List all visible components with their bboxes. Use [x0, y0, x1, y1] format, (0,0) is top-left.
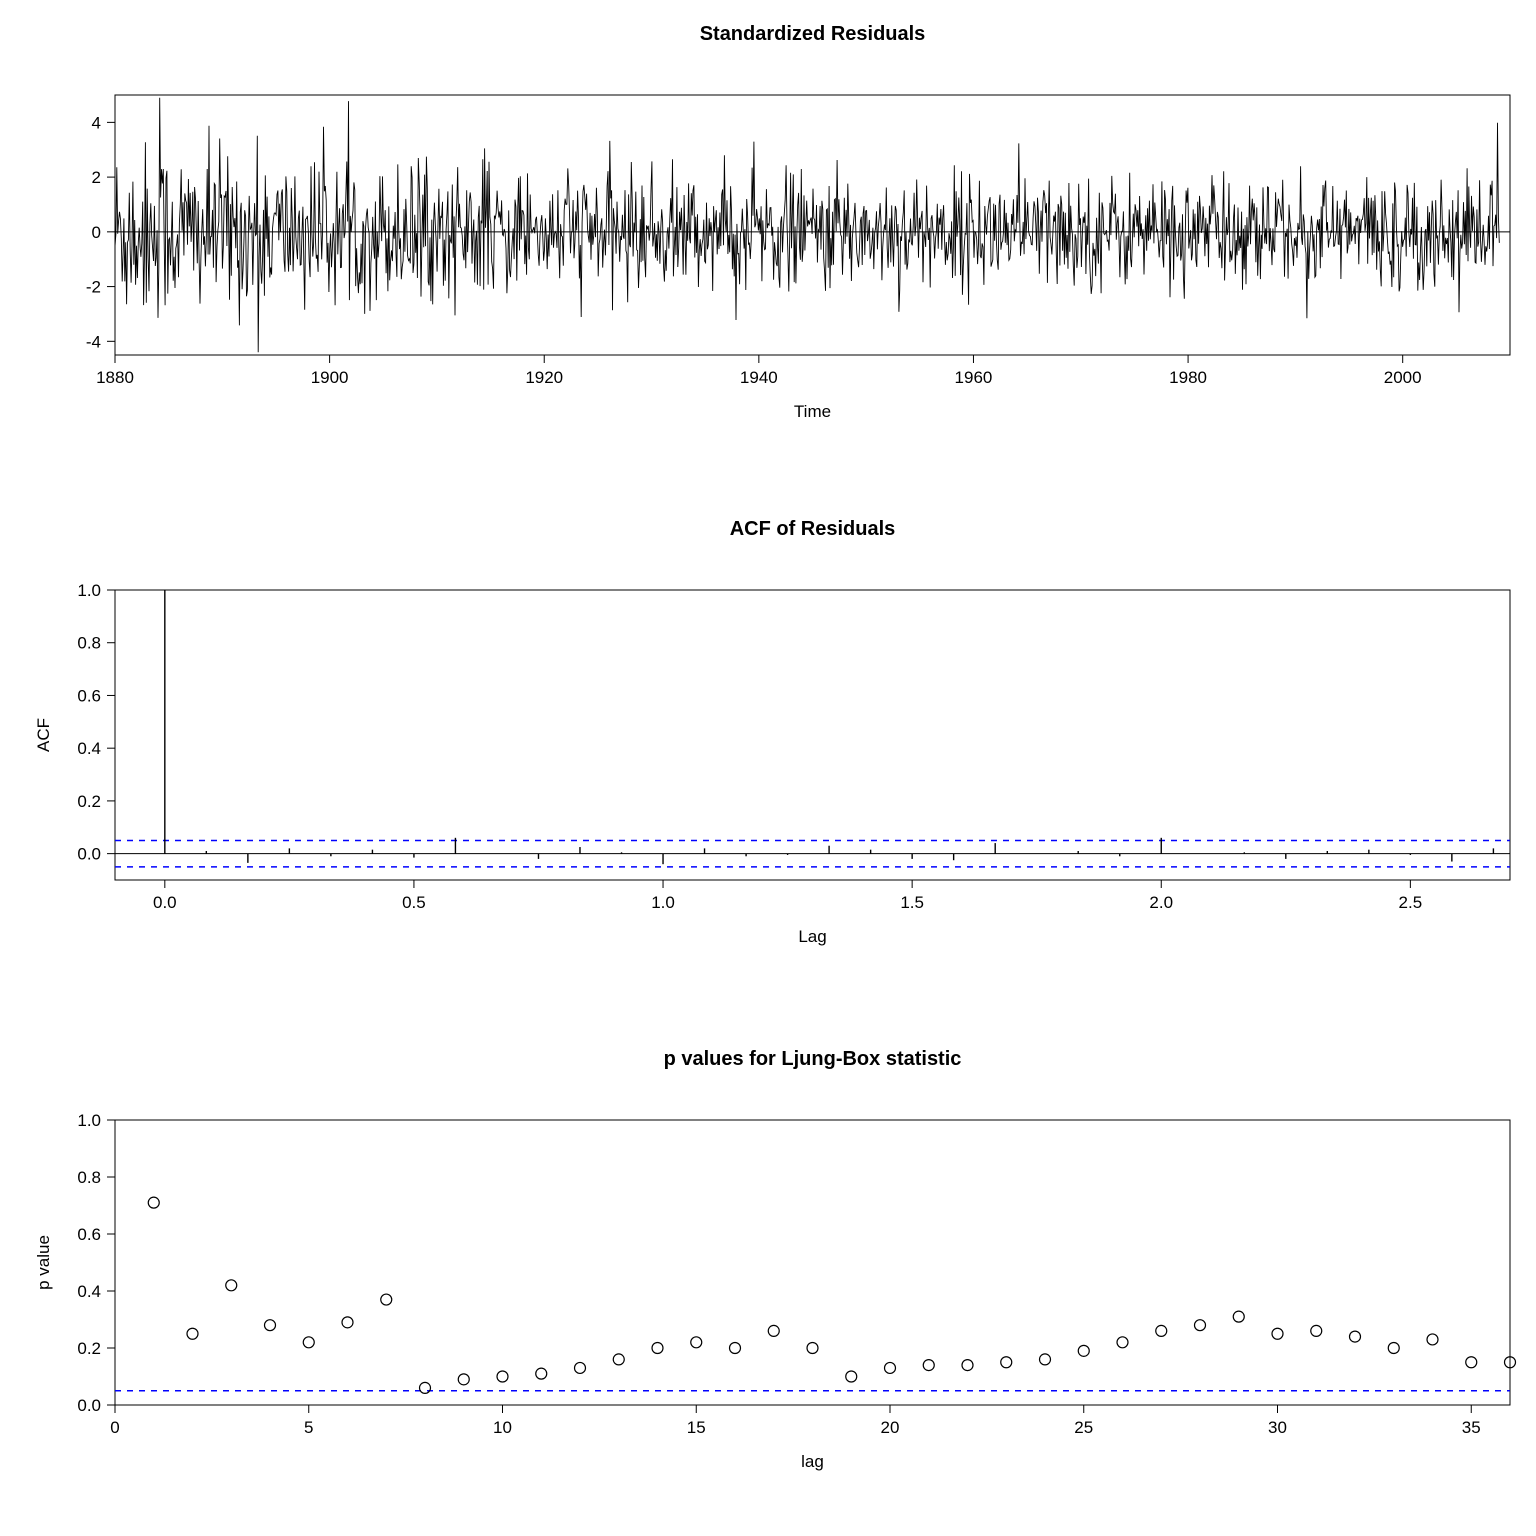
svg-text:0.4: 0.4: [77, 1282, 101, 1301]
svg-text:20: 20: [881, 1418, 900, 1437]
svg-text:0.4: 0.4: [77, 739, 101, 758]
svg-text:0.0: 0.0: [77, 845, 101, 864]
svg-text:-2: -2: [86, 278, 101, 297]
svg-text:15: 15: [687, 1418, 706, 1437]
pvalue-point: [1117, 1337, 1128, 1348]
svg-text:0.6: 0.6: [77, 1225, 101, 1244]
pvalue-point: [1001, 1357, 1012, 1368]
svg-text:0.8: 0.8: [77, 1168, 101, 1187]
svg-text:Standardized Residuals: Standardized Residuals: [700, 23, 926, 45]
svg-text:1.0: 1.0: [651, 893, 675, 912]
svg-text:0.6: 0.6: [77, 686, 101, 705]
pvalue-point: [1233, 1311, 1244, 1322]
ljungbox-plot: p values for Ljung-Box statistic 0 5 10 15 20…: [34, 1048, 1516, 1471]
svg-text:1920: 1920: [525, 368, 563, 387]
pvalue-point: [575, 1362, 586, 1373]
pvalue-point: [536, 1368, 547, 1379]
pvalue-point: [458, 1374, 469, 1385]
svg-text:Time: Time: [794, 402, 831, 421]
pvalue-point: [1156, 1325, 1167, 1336]
svg-text:0: 0: [110, 1418, 119, 1437]
pvalue-point: [265, 1320, 276, 1331]
pvalue-point: [1427, 1334, 1438, 1345]
pvalue-point: [1272, 1328, 1283, 1339]
pvalue-point: [613, 1354, 624, 1365]
svg-text:0.5: 0.5: [402, 893, 426, 912]
svg-text:1900: 1900: [311, 368, 349, 387]
svg-text:lag: lag: [801, 1452, 824, 1471]
svg-text:10: 10: [493, 1418, 512, 1437]
svg-text:1980: 1980: [1169, 368, 1207, 387]
pvalue-point: [1195, 1320, 1206, 1331]
residuals-series: [115, 98, 1499, 353]
svg-text:35: 35: [1462, 1418, 1481, 1437]
svg-text:1.0: 1.0: [77, 1111, 101, 1130]
svg-text:0.0: 0.0: [77, 1396, 101, 1415]
residuals-plot: Standardized Residuals 1880 1900 1920 1940 19…: [86, 23, 1510, 421]
diagnostics-figure: Standardized Residuals 1880 1900 1920 1940 19…: [0, 0, 1536, 1536]
svg-text:0: 0: [92, 223, 101, 242]
pvalue-point: [497, 1371, 508, 1382]
svg-text:p value: p value: [34, 1235, 53, 1290]
svg-text:30: 30: [1268, 1418, 1287, 1437]
pvalue-point: [652, 1343, 663, 1354]
pvalue-point: [381, 1294, 392, 1305]
svg-text:ACF of Residuals: ACF of Residuals: [730, 518, 896, 540]
svg-text:2: 2: [92, 168, 101, 187]
svg-text:5: 5: [304, 1418, 313, 1437]
pvalue-point: [1040, 1354, 1051, 1365]
svg-text:1960: 1960: [955, 368, 993, 387]
acf-plot: ACF of Residuals 0.0 0.5 1.0 1.5 2.0 2.5 0.0 0.2…: [34, 518, 1510, 946]
svg-text:ACF: ACF: [34, 718, 53, 752]
pvalue-point: [691, 1337, 702, 1348]
svg-text:25: 25: [1074, 1418, 1093, 1437]
svg-text:0.8: 0.8: [77, 634, 101, 653]
svg-text:0.0: 0.0: [153, 893, 177, 912]
svg-text:4: 4: [92, 113, 101, 132]
svg-text:2.0: 2.0: [1149, 893, 1173, 912]
svg-text:1.0: 1.0: [77, 581, 101, 600]
pvalue-point: [923, 1360, 934, 1371]
pvalue-point: [226, 1280, 237, 1291]
pvalue-point: [1311, 1325, 1322, 1336]
pvalue-point: [730, 1343, 741, 1354]
svg-text:Lag: Lag: [798, 927, 826, 946]
pvalue-point: [962, 1360, 973, 1371]
svg-text:1940: 1940: [740, 368, 778, 387]
pvalue-point: [768, 1325, 779, 1336]
pvalue-point: [187, 1328, 198, 1339]
pvalue-point: [1350, 1331, 1361, 1342]
svg-text:-4: -4: [86, 332, 101, 351]
pvalue-point: [846, 1371, 857, 1382]
svg-text:p values for Ljung-Box statist: p values for Ljung-Box statistic: [664, 1048, 962, 1070]
svg-text:2000: 2000: [1384, 368, 1422, 387]
svg-text:0.2: 0.2: [77, 1339, 101, 1358]
pvalue-point: [1078, 1345, 1089, 1356]
pvalue-point: [807, 1343, 818, 1354]
svg-text:2.5: 2.5: [1399, 893, 1423, 912]
pvalue-point: [1466, 1357, 1477, 1368]
pvalue-point: [420, 1382, 431, 1393]
pvalue-point: [885, 1362, 896, 1373]
pvalue-point: [148, 1197, 159, 1208]
svg-text:1880: 1880: [96, 368, 134, 387]
svg-text:0.2: 0.2: [77, 792, 101, 811]
svg-text:1.5: 1.5: [900, 893, 924, 912]
pvalue-point: [342, 1317, 353, 1328]
pvalue-point: [303, 1337, 314, 1348]
pvalue-point: [1388, 1343, 1399, 1354]
